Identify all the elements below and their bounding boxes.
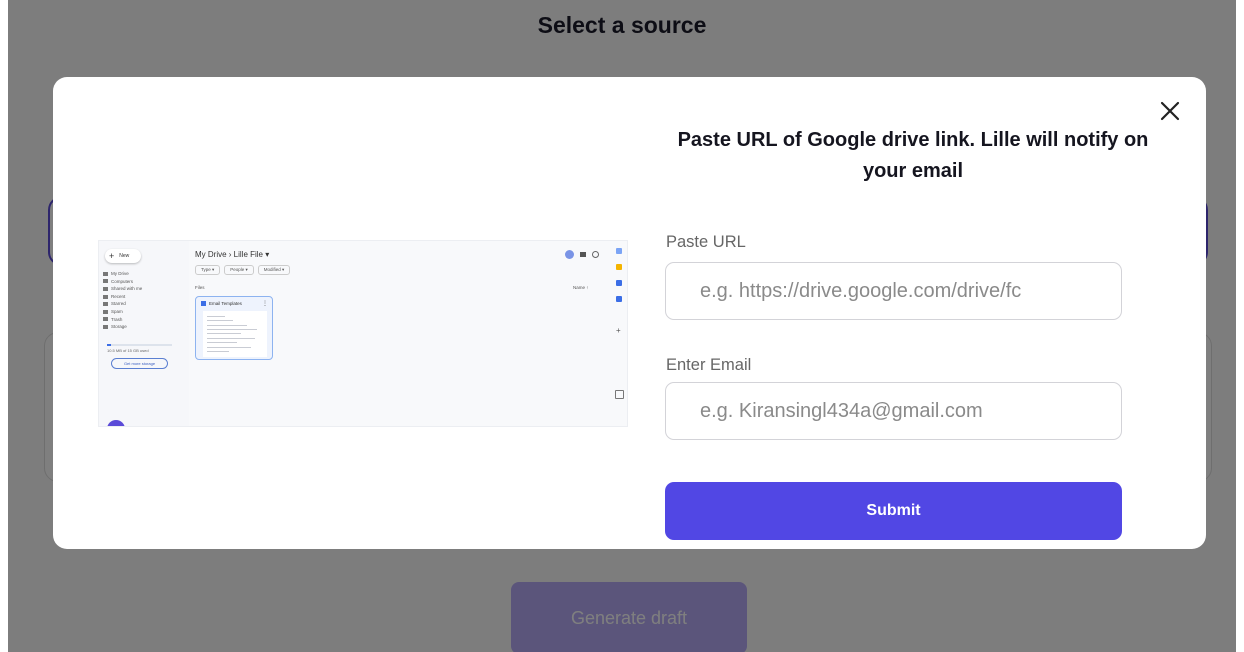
avatar [107,420,125,426]
info-icon [592,251,599,258]
grid-icon [580,252,586,257]
drive-nav-item: Shared with me [103,285,142,293]
drive-preview-image: + New My Drive Computers Shared with me Rece… [98,240,628,427]
doc-thumbnail [203,311,267,357]
nav-icon [103,324,108,329]
drive-side-rail: + [613,248,627,426]
more-icon: ⋮ [262,301,268,307]
drive-breadcrumb: My Drive › Lille File ▾ [195,250,270,259]
storage-text: 10.5 MB of 15 GB used [107,348,149,353]
nav-icon [103,294,108,299]
drive-nav-item: Trash [103,316,142,324]
drive-filter-chip: Modified ▾ [257,265,291,275]
drive-nav-item: Spam [103,308,142,316]
drive-nav-item: Computers [103,278,142,286]
url-input[interactable] [665,262,1122,320]
drive-new-button: + New [105,249,141,263]
drive-nav: My Drive Computers Shared with me Recent Sta… [103,270,142,331]
email-label: Enter Email [666,356,752,374]
right-edge [1236,0,1244,652]
google-drive-modal: + New My Drive Computers Shared with me Rece… [53,77,1206,549]
drive-nav-item: Recent [103,293,142,301]
nav-icon [103,279,108,284]
drive-nav-item: My Drive [103,270,142,278]
doc-icon [201,301,206,307]
rail-app-icon [616,264,622,270]
drive-filters: Type ▾ People ▾ Modified ▾ [195,265,291,275]
drive-sort-label: Name ↑ [573,285,589,290]
drive-filter-chip: People ▾ [224,265,254,275]
storage-bar [107,344,172,346]
drive-file-card: Email Templates ⋮ [195,296,273,360]
panel-icon [615,390,624,399]
rail-app-icon [616,296,622,302]
left-edge [0,0,8,652]
drive-file-title: Email Templates [201,301,242,307]
nav-icon [103,271,108,276]
nav-icon [103,309,108,314]
nav-icon [103,302,108,307]
email-input[interactable] [665,382,1122,440]
close-icon[interactable] [1156,97,1184,125]
submit-button[interactable]: Submit [665,482,1122,540]
nav-icon [103,287,108,291]
drive-nav-item: Starred [103,300,142,308]
drive-nav-item: Storage [103,323,142,331]
drive-filter-chip: Type ▾ [195,265,221,275]
add-icon: + [616,326,621,335]
account-icon [565,250,574,259]
url-label: Paste URL [666,233,746,251]
drive-files-label: Files [195,285,205,290]
drive-toolbar [565,250,599,259]
rail-app-icon [616,248,622,254]
get-storage-button: Get more storage [111,358,168,369]
nav-icon [103,317,108,322]
drive-sidebar: + New My Drive Computers Shared with me Rece… [99,241,189,426]
rail-app-icon [616,280,622,286]
modal-title: Paste URL of Google drive link. Lille wi… [677,129,1149,182]
